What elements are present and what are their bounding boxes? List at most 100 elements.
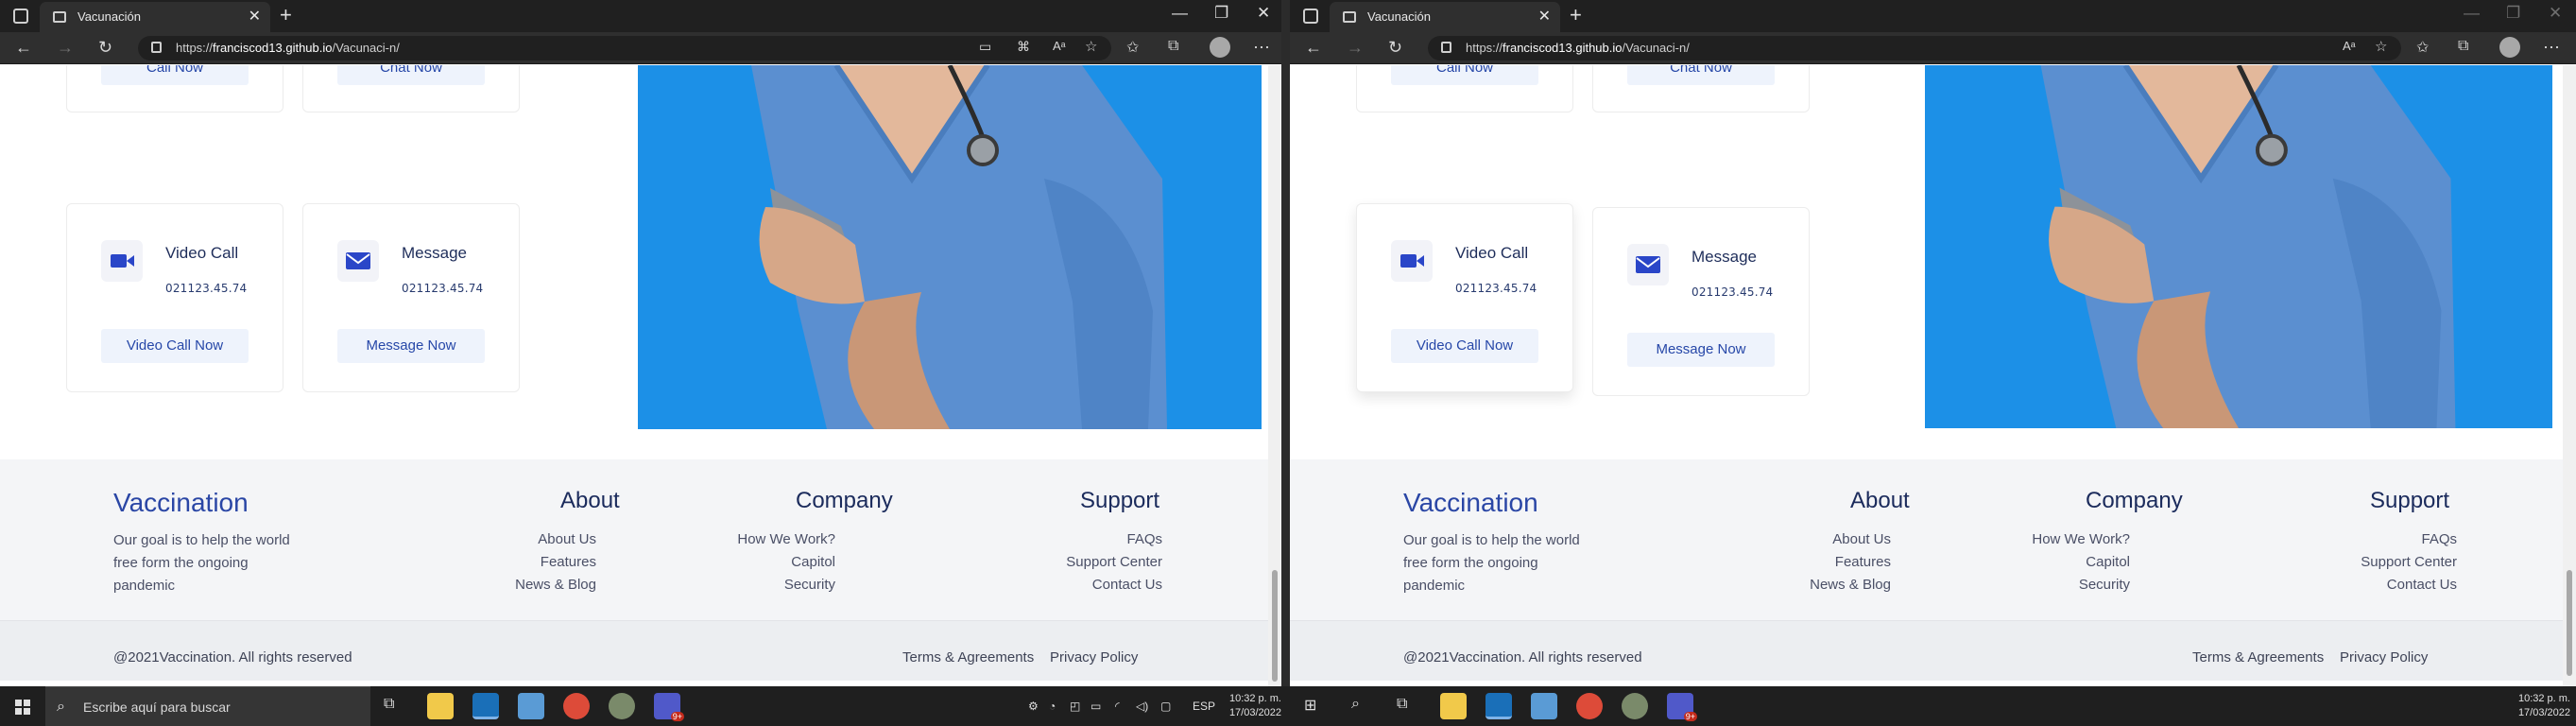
tray-wifi-icon[interactable]: ◜: [1115, 700, 1120, 713]
footer-link-contact-us[interactable]: Contact Us: [1092, 577, 1162, 593]
scrollbar-thumb[interactable]: [1272, 570, 1278, 682]
privacy-link[interactable]: Privacy Policy: [2340, 649, 2428, 666]
more-menu-icon[interactable]: ⋯: [1253, 38, 1270, 58]
url-bar[interactable]: https://franciscod13.github.io/Vacunaci-…: [1428, 36, 2401, 60]
url-text[interactable]: https://franciscod13.github.io/Vacunaci-…: [1466, 41, 1690, 55]
forward-icon[interactable]: →: [57, 38, 74, 58]
url-bar[interactable]: https://franciscod13.github.io/Vacunaci-…: [138, 36, 1111, 60]
add-favorite-icon[interactable]: ☆: [2375, 38, 2387, 55]
workspaces-icon[interactable]: [13, 9, 28, 24]
read-aloud-icon[interactable]: Aᵃ: [2343, 39, 2356, 53]
refresh-icon[interactable]: ↻: [98, 38, 112, 58]
footer-brand[interactable]: Vaccination: [1403, 488, 1538, 518]
favorites-icon[interactable]: ✩: [2416, 38, 2429, 57]
app-available-icon[interactable]: ▭: [979, 39, 991, 55]
call-now-button[interactable]: Call Now: [101, 65, 249, 85]
right-search-icon[interactable]: ⌕: [1351, 696, 1360, 713]
footer-link-capitol[interactable]: Capitol: [791, 554, 835, 570]
privacy-link[interactable]: Privacy Policy: [1050, 649, 1138, 666]
collections-icon[interactable]: ⧉: [2458, 38, 2468, 55]
teams-icon[interactable]: 9+: [654, 693, 684, 721]
footer-link-security[interactable]: Security: [2079, 577, 2130, 593]
start-button-icon[interactable]: [15, 700, 30, 715]
add-favorite-icon[interactable]: ☆: [1085, 38, 1097, 55]
tray-battery-icon[interactable]: ▭: [1091, 700, 1101, 713]
restore-icon[interactable]: ❐: [1214, 4, 1228, 23]
footer-brand[interactable]: Vaccination: [113, 488, 249, 518]
browser-tab[interactable]: Vacunación ✕: [40, 2, 270, 32]
footer-link-capitol[interactable]: Capitol: [2086, 554, 2130, 570]
collections-icon[interactable]: ⧉: [1168, 38, 1178, 55]
lock-icon[interactable]: [151, 42, 162, 53]
workspaces-icon[interactable]: [1303, 9, 1318, 24]
forward-icon[interactable]: →: [1347, 38, 1364, 58]
message-now-button[interactable]: Message Now: [337, 329, 485, 363]
right-teams-icon[interactable]: 9+: [1667, 693, 1697, 721]
footer-link-about-us[interactable]: About Us: [538, 531, 596, 547]
profile-avatar[interactable]: [1210, 37, 1230, 58]
tray-apps-icon[interactable]: ⚙: [1028, 700, 1039, 713]
footer-link-news-blog[interactable]: News & Blog: [515, 577, 596, 593]
notepad-icon[interactable]: [518, 693, 544, 719]
restore-icon[interactable]: ❐: [2506, 4, 2520, 23]
footer-link-news-blog[interactable]: News & Blog: [1810, 577, 1891, 593]
call-now-button[interactable]: Call Now: [1391, 65, 1538, 85]
favorites-icon[interactable]: ✩: [1126, 38, 1139, 57]
right-task-view-icon[interactable]: ⧉: [1397, 696, 1407, 713]
video-call-now-button[interactable]: Video Call Now: [1391, 329, 1538, 363]
url-text[interactable]: https://franciscod13.github.io/Vacunaci-…: [176, 41, 400, 55]
lock-icon[interactable]: [1441, 42, 1451, 53]
language-indicator[interactable]: ESP: [1193, 700, 1215, 713]
tray-network-icon[interactable]: ◰: [1070, 700, 1080, 713]
page-scrollbar[interactable]: [1268, 65, 1281, 686]
edge-browser-icon[interactable]: [472, 693, 499, 719]
right-start-icon[interactable]: ⊞: [1304, 696, 1316, 715]
footer-link-support-center[interactable]: Support Center: [1066, 554, 1162, 570]
more-menu-icon[interactable]: ⋯: [2543, 38, 2560, 58]
scrollbar-thumb[interactable]: [2567, 570, 2572, 676]
tab-close-icon[interactable]: ✕: [1538, 7, 1551, 26]
file-explorer-icon[interactable]: [427, 693, 454, 719]
video-call-now-button[interactable]: Video Call Now: [101, 329, 249, 363]
footer-link-about-us[interactable]: About Us: [1832, 531, 1891, 547]
message-now-button[interactable]: Message Now: [1627, 333, 1775, 367]
footer-link-features[interactable]: Features: [541, 554, 596, 570]
tray-volume-icon[interactable]: ◁): [1136, 700, 1148, 713]
right-chrome-icon[interactable]: [1576, 693, 1603, 719]
paint-icon[interactable]: [609, 693, 635, 719]
profile-avatar[interactable]: [2499, 37, 2520, 58]
minimize-icon[interactable]: —: [2464, 4, 2480, 23]
translate-icon[interactable]: ⌘: [1017, 39, 1030, 55]
read-aloud-icon[interactable]: Aᵃ: [1053, 39, 1066, 53]
refresh-icon[interactable]: ↻: [1388, 38, 1402, 58]
task-view-icon[interactable]: ⧉: [384, 696, 394, 713]
taskbar-search[interactable]: ⌕ Escribe aquí para buscar: [45, 686, 370, 726]
chrome-icon[interactable]: [563, 693, 590, 719]
terms-link[interactable]: Terms & Agreements: [902, 649, 1034, 666]
footer-link-security[interactable]: Security: [784, 577, 835, 593]
page-scrollbar[interactable]: [2563, 65, 2576, 686]
terms-link[interactable]: Terms & Agreements: [2192, 649, 2324, 666]
chat-now-button[interactable]: Chat Now: [337, 65, 485, 85]
footer-link-how-we-work[interactable]: How We Work?: [2032, 531, 2130, 547]
browser-tab[interactable]: Vacunación ✕: [1330, 2, 1560, 32]
new-tab-icon[interactable]: +: [280, 3, 292, 27]
footer-link-faqs[interactable]: FAQs: [1126, 531, 1162, 547]
back-icon[interactable]: ←: [15, 38, 32, 58]
right-taskbar-clock[interactable]: 10:32 p. m. 17/03/2022: [2504, 692, 2570, 720]
footer-link-features[interactable]: Features: [1835, 554, 1891, 570]
right-paint-icon[interactable]: [1622, 693, 1648, 719]
footer-link-faqs[interactable]: FAQs: [2421, 531, 2457, 547]
close-window-icon[interactable]: ✕: [1257, 4, 1270, 23]
tray-display-icon[interactable]: ▢: [1160, 700, 1171, 713]
footer-link-contact-us[interactable]: Contact Us: [2387, 577, 2457, 593]
right-notepad-icon[interactable]: [1531, 693, 1557, 719]
footer-link-support-center[interactable]: Support Center: [2361, 554, 2457, 570]
back-icon[interactable]: ←: [1305, 38, 1322, 58]
right-edge-browser-icon[interactable]: [1485, 693, 1512, 719]
tab-close-icon[interactable]: ✕: [249, 7, 261, 26]
right-file-explorer-icon[interactable]: [1440, 693, 1467, 719]
new-tab-icon[interactable]: +: [1570, 3, 1582, 27]
close-window-icon[interactable]: ✕: [2549, 4, 2562, 23]
taskbar-clock[interactable]: 10:32 p. m. 17/03/2022: [1221, 692, 1281, 720]
